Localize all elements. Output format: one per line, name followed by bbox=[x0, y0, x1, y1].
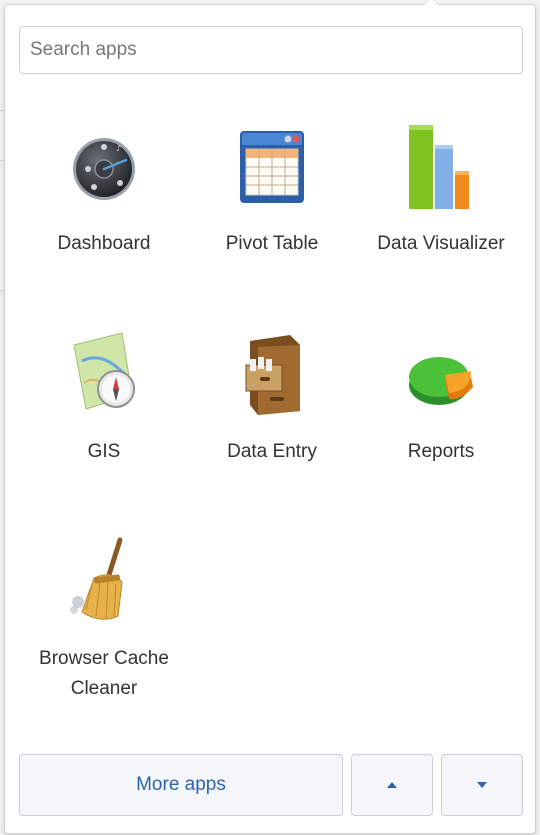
dashboard-icon: ♪ bbox=[73, 138, 135, 200]
app-dashboard[interactable]: ♪ Dashboard bbox=[19, 117, 189, 259]
more-apps-label: More apps bbox=[136, 774, 226, 795]
app-label: Dashboard bbox=[57, 233, 151, 254]
reports-pie-icon bbox=[409, 357, 473, 405]
app-browser-cache-cleaner[interactable]: Browser Cache Cleaner bbox=[19, 532, 189, 704]
scroll-down-button[interactable] bbox=[441, 754, 523, 816]
caret-down-icon bbox=[477, 782, 487, 788]
app-pivot-table[interactable]: Pivot Table bbox=[187, 117, 357, 259]
data-visualizer-icon bbox=[409, 125, 469, 209]
app-label: Data Visualizer bbox=[377, 233, 505, 254]
app-reports[interactable]: Reports bbox=[356, 325, 526, 467]
data-entry-cabinet-icon bbox=[245, 335, 300, 415]
app-gis[interactable]: GIS bbox=[19, 325, 189, 467]
apps-menu-panel: ♪ Dashboard Pivot Table Dat bbox=[4, 0, 536, 834]
scroll-up-button[interactable] bbox=[351, 754, 433, 816]
more-apps-button[interactable]: More apps bbox=[19, 754, 343, 816]
app-data-entry[interactable]: Data Entry bbox=[187, 325, 357, 467]
app-label: GIS bbox=[87, 441, 121, 462]
panel-caret bbox=[423, 0, 439, 5]
app-label: Reports bbox=[407, 441, 475, 462]
search-apps-input[interactable] bbox=[19, 26, 523, 74]
broom-icon bbox=[70, 537, 123, 620]
app-label: Pivot Table bbox=[225, 233, 319, 254]
app-label: Browser Cache Cleaner bbox=[39, 648, 169, 699]
app-data-visualizer[interactable]: Data Visualizer bbox=[356, 117, 526, 259]
pivot-table-icon bbox=[240, 131, 304, 203]
gis-map-icon bbox=[73, 332, 135, 410]
caret-up-icon bbox=[387, 782, 397, 788]
app-label: Data Entry bbox=[227, 441, 317, 462]
svg-text:♪: ♪ bbox=[116, 144, 121, 153]
